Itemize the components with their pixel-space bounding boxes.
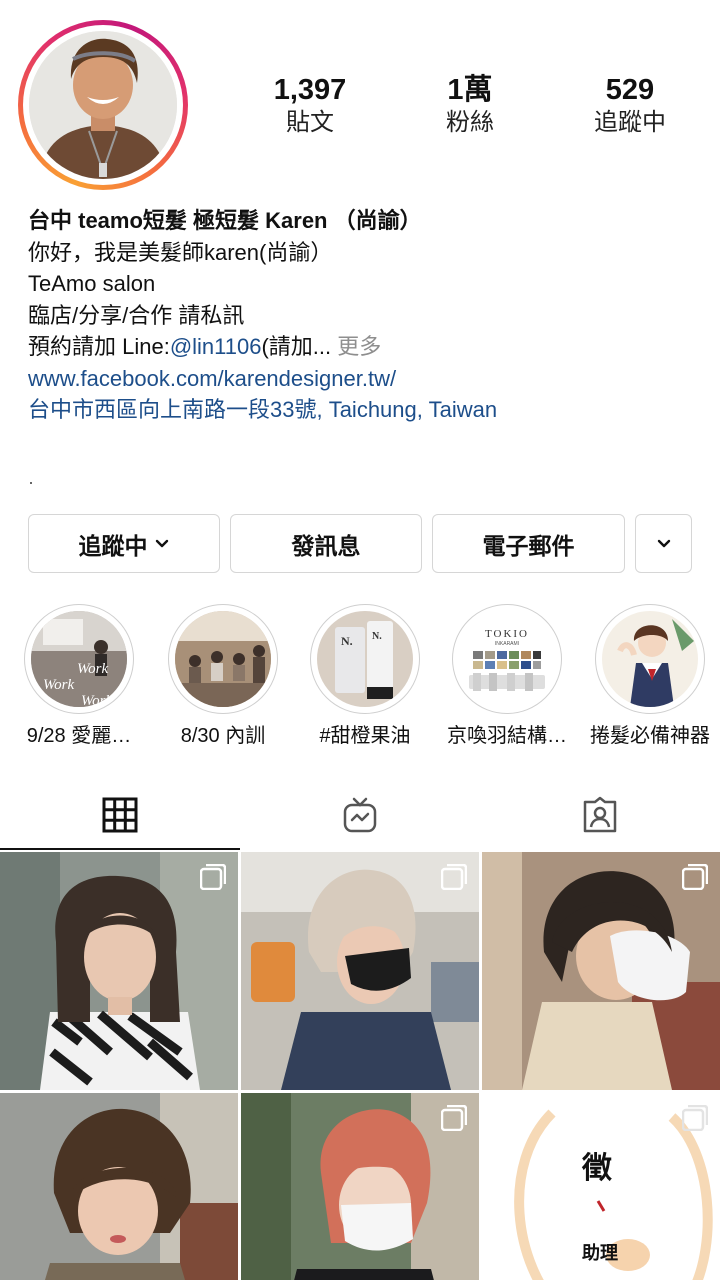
post-text-2: 助理 (582, 1243, 618, 1264)
highlight-item[interactable]: 8/30 內訓 (153, 604, 293, 748)
highlight-label: #甜橙果油 (319, 725, 411, 747)
highlight-overlay-text: Work (77, 661, 108, 677)
stat-following[interactable]: 529 追蹤中 (570, 72, 690, 138)
highlight-item[interactable]: N. N. #甜橙果油 (295, 604, 435, 748)
highlight-brand: TOKIO (485, 628, 529, 640)
posts-grid: 徵 助理 (0, 852, 720, 1280)
highlight-ring (595, 604, 705, 714)
stat-posts[interactable]: 1,397 貼文 (250, 72, 370, 138)
bio-line: 臨店/分享/合作 請私訊 (28, 302, 245, 328)
post-thumbnail[interactable]: 徵 助理 (482, 1093, 720, 1280)
following-button[interactable]: 追蹤中 (28, 514, 220, 573)
highlight-ring: TOKIO INKARAMI (452, 604, 562, 714)
stat-followers-count: 1萬 (447, 74, 493, 106)
tab-grid[interactable] (0, 780, 240, 850)
address-link[interactable]: 台中市西區向上南路一段33號, Taichung, Taiwan (28, 394, 708, 426)
carousel-icon (682, 864, 708, 890)
stat-following-label: 追蹤中 (594, 109, 666, 136)
highlight-cover (602, 611, 698, 707)
highlight-item[interactable]: Work Work Work 9/28 愛麗… (9, 604, 149, 748)
highlight-label: 京喚羽結構… (447, 725, 567, 747)
highlight-ring (168, 604, 278, 714)
carousel-icon (441, 864, 467, 890)
chevron-down-icon (657, 539, 670, 547)
grid-icon (102, 797, 138, 833)
highlight-cover: TOKIO INKARAMI (459, 611, 555, 707)
highlight-item[interactable]: TOKIO INKARAMI 京喚羽結構… (437, 604, 577, 748)
suggested-accounts-button[interactable] (635, 514, 692, 573)
story-highlights: Work Work Work 9/28 愛麗… 8/30 內訓 N. N. #甜… (0, 604, 720, 754)
highlight-label: 9/28 愛麗… (26, 725, 132, 747)
profile-tabs (0, 780, 720, 850)
stat-followers[interactable]: 1萬 粉絲 (410, 72, 530, 138)
profile-name: 台中 teamo短髮 極短髮 Karen （尚諭） (28, 208, 422, 233)
highlight-brand-sub: INKARAMI (495, 641, 519, 647)
bio-dot (30, 482, 32, 484)
stat-followers-label: 粉絲 (446, 109, 494, 136)
post-thumbnail[interactable] (241, 852, 479, 1090)
stat-posts-label: 貼文 (286, 109, 334, 136)
line-handle-link[interactable]: @lin1106 (170, 334, 262, 359)
avatar (29, 31, 177, 179)
post-thumbnail[interactable] (241, 1093, 479, 1280)
highlight-ring: N. N. (310, 604, 420, 714)
highlight-brand: N. (372, 631, 382, 642)
stat-following-count: 529 (605, 74, 655, 106)
highlight-cover: Work Work Work (31, 611, 127, 707)
highlight-label: 8/30 內訓 (180, 725, 266, 747)
highlight-item[interactable]: 捲髮必備神器 (580, 604, 720, 748)
following-button-label: 追蹤中 (78, 532, 148, 559)
bio-booking-prefix: 預約請加 Line: (28, 334, 170, 359)
carousel-icon (200, 864, 226, 890)
post-text-1: 徵 (582, 1151, 612, 1186)
website-link[interactable]: www.facebook.com/karendesigner.tw/ (28, 363, 708, 395)
highlight-ring: Work Work Work (24, 604, 134, 714)
highlight-cover: N. N. (317, 611, 413, 707)
tab-tagged[interactable] (480, 780, 720, 850)
bio-line-booking: 預約請加 Line:@lin1106(請加... 更多 (28, 331, 708, 363)
active-tab-indicator (0, 848, 240, 850)
tagged-icon (583, 796, 617, 833)
carousel-icon (682, 1105, 708, 1131)
bio-booking-suffix: (請加... (261, 334, 338, 359)
highlight-label: 捲髮必備神器 (590, 725, 710, 747)
highlight-overlay-text: Work (43, 677, 74, 693)
bio-line: TeAmo salon (28, 271, 156, 296)
stat-posts-count: 1,397 (273, 74, 347, 106)
highlight-brand: N. (341, 634, 353, 648)
email-button-label: 電子郵件 (482, 532, 575, 559)
carousel-icon (441, 1105, 467, 1131)
message-button[interactable]: 發訊息 (230, 514, 422, 573)
profile-actions: 追蹤中 發訊息 電子郵件 (28, 514, 692, 573)
bio-line: 你好，我是美髮師karen(尚諭） (28, 239, 333, 265)
igtv-icon (343, 797, 377, 833)
highlight-cover (175, 611, 271, 707)
post-thumbnail[interactable] (482, 852, 720, 1090)
chevron-down-icon (155, 539, 168, 547)
highlight-overlay-text: Work (81, 693, 112, 707)
post-thumbnail[interactable] (0, 852, 238, 1090)
profile-bio: 台中 teamo短髮 極短髮 Karen （尚諭） 你好，我是美髮師karen(… (28, 205, 708, 426)
tab-igtv[interactable] (240, 780, 480, 850)
message-button-label: 發訊息 (291, 532, 361, 559)
email-button[interactable]: 電子郵件 (432, 514, 625, 573)
profile-stats: 1,397 貼文 1萬 粉絲 529 追蹤中 (250, 72, 690, 138)
bio-more-link[interactable]: 更多 (337, 334, 381, 359)
post-thumbnail[interactable] (0, 1093, 238, 1280)
profile-avatar-ring[interactable] (18, 20, 188, 190)
